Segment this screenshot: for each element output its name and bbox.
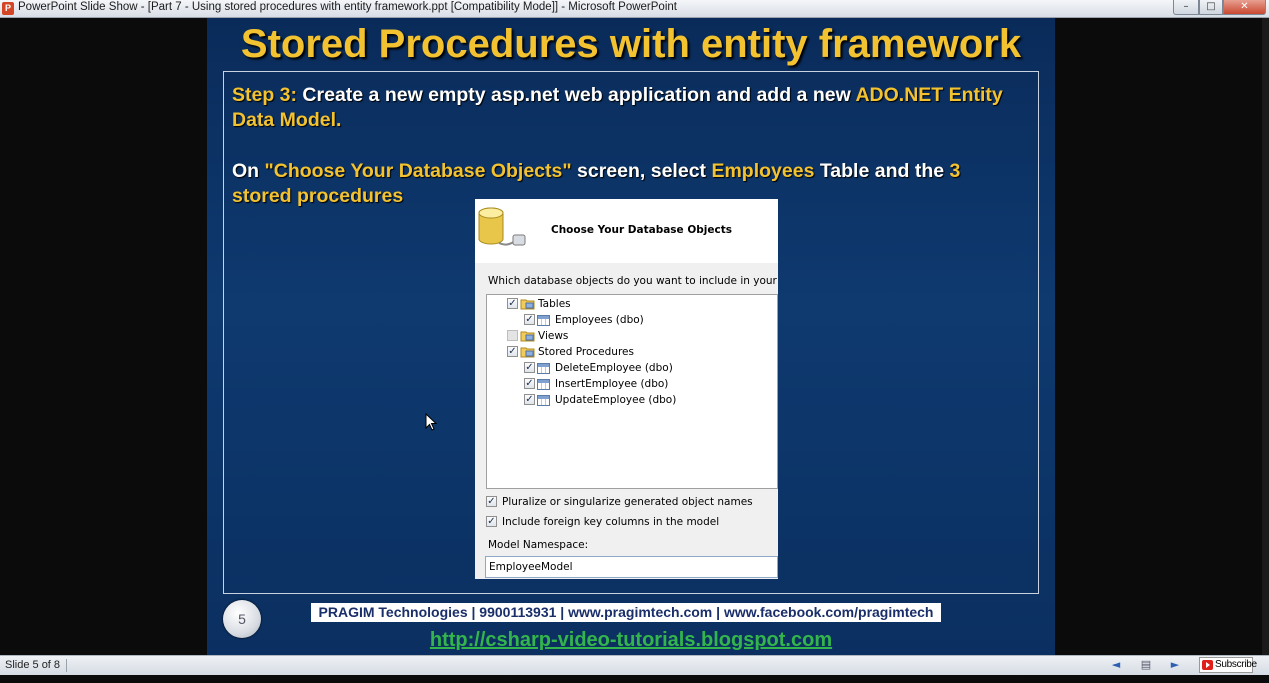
- on-text-2: screen, select: [571, 160, 712, 182]
- stored-procedures-checkbox[interactable]: ✓: [507, 346, 518, 357]
- maximize-button[interactable]: □: [1199, 0, 1223, 15]
- delete-employee-checkbox[interactable]: ✓: [524, 362, 535, 373]
- window-edge: [1262, 18, 1269, 655]
- tree-node-employees[interactable]: ✓ Employees (dbo): [524, 313, 674, 328]
- insert-employee-label: InsertEmployee (dbo): [555, 378, 669, 390]
- foreign-keys-label: Include foreign key columns in the model: [502, 516, 720, 528]
- minimize-button[interactable]: –: [1173, 0, 1199, 15]
- procedure-icon: [537, 363, 550, 374]
- slide-menu-icon[interactable]: ▤: [1138, 658, 1154, 672]
- slide-counter: Slide 5 of 8: [5, 659, 61, 671]
- tree-node-delete-employee[interactable]: ✓ DeleteEmployee (dbo): [524, 361, 694, 376]
- tree-node-update-employee[interactable]: ✓ UpdateEmployee (dbo): [524, 393, 694, 408]
- database-icon: [478, 207, 526, 246]
- choose-db-objects-dialog: Choose Your Database Objects Which datab…: [475, 199, 778, 579]
- status-divider: [66, 659, 67, 672]
- dialog-question: Which database objects do you want to in…: [488, 275, 778, 287]
- subscribe-label: Subscribe: [1215, 659, 1257, 670]
- update-employee-checkbox[interactable]: ✓: [524, 394, 535, 405]
- pluralize-checkbox[interactable]: ✓: [486, 496, 497, 507]
- dialog-header: Choose Your Database Objects: [475, 199, 778, 263]
- pluralize-label: Pluralize or singularize generated objec…: [502, 496, 753, 508]
- next-slide-icon[interactable]: ►: [1167, 658, 1183, 672]
- tables-label: Tables: [538, 298, 571, 310]
- previous-slide-icon[interactable]: ◄: [1108, 658, 1124, 672]
- on-highlight-2: Employees: [711, 160, 815, 182]
- blog-link[interactable]: http://csharp-video-tutorials.blogspot.c…: [207, 629, 1055, 652]
- subscribe-button[interactable]: Subscribe: [1199, 657, 1257, 673]
- step-paragraph: Step 3: Create a new empty asp.net web a…: [232, 83, 1022, 133]
- delete-employee-label: DeleteEmployee (dbo): [555, 362, 673, 374]
- procedures-folder-icon: [520, 347, 535, 358]
- tree-node-views[interactable]: Views: [507, 329, 607, 344]
- window-title-bar: P PowerPoint Slide Show - [Part 7 - Usin…: [0, 0, 1269, 18]
- foreign-keys-checkbox[interactable]: ✓: [486, 516, 497, 527]
- status-bar: Slide 5 of 8 ◄ ▤ ► Subscribe: [0, 655, 1269, 675]
- contact-line: PRAGIM Technologies | 9900113931 | www.p…: [311, 603, 941, 622]
- tree-node-tables[interactable]: ✓ Tables: [507, 297, 627, 312]
- tables-folder-icon: [520, 299, 535, 310]
- bottom-edge: [0, 675, 1269, 683]
- update-employee-label: UpdateEmployee (dbo): [555, 394, 677, 406]
- powerpoint-icon: P: [2, 2, 14, 15]
- employees-checkbox[interactable]: ✓: [524, 314, 535, 325]
- model-namespace-label: Model Namespace:: [488, 539, 589, 551]
- on-text-1: On: [232, 160, 265, 182]
- step-text: Create a new empty asp.net web applicati…: [297, 84, 856, 106]
- youtube-icon: [1202, 660, 1213, 670]
- tree-node-insert-employee[interactable]: ✓ InsertEmployee (dbo): [524, 377, 694, 392]
- table-icon: [537, 315, 550, 326]
- mouse-cursor-icon: [425, 413, 437, 431]
- stored-procedures-label: Stored Procedures: [538, 346, 634, 358]
- procedure-icon: [537, 395, 550, 406]
- db-objects-tree[interactable]: ✓ Tables ✓ Employees (dbo) Views ✓ Store…: [486, 294, 778, 489]
- tree-node-stored-procedures[interactable]: ✓ Stored Procedures: [507, 345, 667, 360]
- dialog-title: Choose Your Database Objects: [551, 224, 732, 236]
- model-namespace-input[interactable]: EmployeeModel: [485, 556, 778, 578]
- on-text-3: Table and the: [814, 160, 950, 182]
- views-folder-icon: [520, 331, 535, 342]
- close-button[interactable]: ✕: [1223, 0, 1266, 15]
- insert-employee-checkbox[interactable]: ✓: [524, 378, 535, 389]
- on-highlight-1: "Choose Your Database Objects": [264, 160, 572, 182]
- views-checkbox[interactable]: [507, 330, 518, 341]
- employees-label: Employees (dbo): [555, 314, 644, 326]
- views-label: Views: [538, 330, 569, 342]
- window-title: PowerPoint Slide Show - [Part 7 - Using …: [18, 1, 677, 13]
- tables-checkbox[interactable]: ✓: [507, 298, 518, 309]
- slide-title: Stored Procedures with entity framework: [240, 22, 1022, 66]
- step-label: Step 3:: [232, 84, 298, 106]
- procedure-icon: [537, 379, 550, 390]
